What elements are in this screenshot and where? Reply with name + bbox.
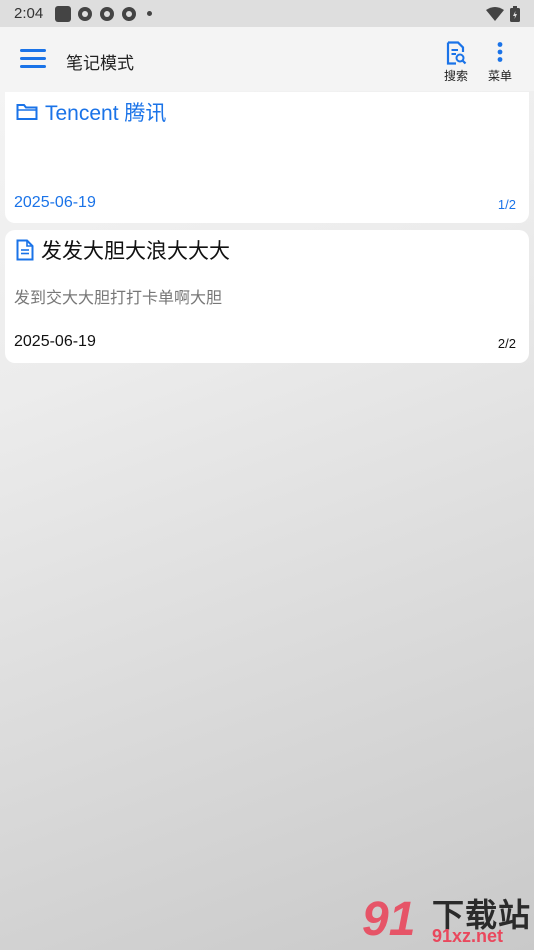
hamburger-icon <box>20 49 46 52</box>
note-page-index: 2/2 <box>497 336 516 351</box>
overflow-menu-button[interactable]: 菜单 <box>488 41 512 84</box>
hamburger-icon-line <box>20 65 46 68</box>
more-notifications-dot-icon <box>147 11 153 16</box>
notification-aperture-icon <box>100 6 115 21</box>
note-date: 2025-06-19 <box>14 333 96 350</box>
more-vertical-icon <box>497 42 503 62</box>
card-header: Tencent 腾讯 <box>16 97 166 127</box>
site-watermark: 91 下载站 91xz.net <box>362 888 534 950</box>
notification-square-icon <box>55 5 72 22</box>
notification-aperture-icon <box>78 6 93 21</box>
note-page-index: 1/2 <box>497 197 516 212</box>
note-card-folder[interactable]: Tencent 腾讯 2025-06-19 1/2 <box>5 92 529 223</box>
notification-icons <box>55 5 153 22</box>
watermark-url: 91xz.net <box>432 926 504 946</box>
app-bar: 笔记模式 搜索 菜单 <box>0 27 534 91</box>
watermark-logo: 91 <box>362 893 416 946</box>
hamburger-icon-line <box>20 57 46 60</box>
notification-aperture-icon <box>122 6 137 21</box>
page-title: 笔记模式 <box>66 54 134 73</box>
card-header: 发发大胆大浪大大大 <box>16 235 230 265</box>
overflow-menu-label: 菜单 <box>488 69 513 83</box>
search-button-label: 搜索 <box>444 69 469 83</box>
note-title: Tencent 腾讯 <box>45 102 167 125</box>
status-time: 2:04 <box>14 5 44 22</box>
folder-icon <box>16 104 38 120</box>
note-preview: 发到交大大胆打打卡单啊大胆 <box>14 290 223 307</box>
search-document-icon <box>446 41 467 65</box>
status-bar: 2:04 <box>0 0 534 27</box>
navigation-menu-button[interactable] <box>20 49 46 69</box>
system-icons <box>486 5 520 22</box>
note-title: 发发大胆大浪大大大 <box>41 240 230 263</box>
search-button[interactable]: 搜索 <box>444 41 468 84</box>
wifi-icon <box>486 6 504 21</box>
battery-icon <box>510 5 520 22</box>
note-card-document[interactable]: 发发大胆大浪大大大 发到交大大胆打打卡单啊大胆 2025-06-19 2/2 <box>5 230 529 363</box>
note-date: 2025-06-19 <box>14 194 96 211</box>
document-icon <box>16 239 34 261</box>
